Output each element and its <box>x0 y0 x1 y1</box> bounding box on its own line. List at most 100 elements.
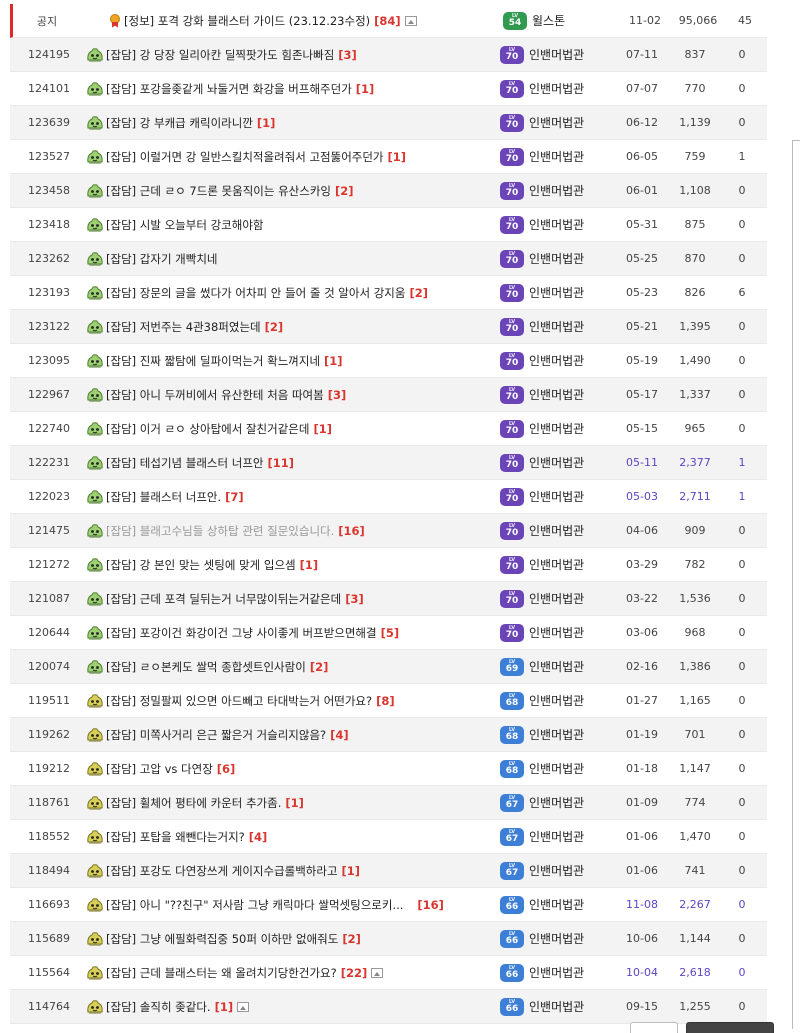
post-writer[interactable]: LV 68 인밴머법관 <box>500 752 620 785</box>
comment-count[interactable]: [4] <box>330 728 349 742</box>
comment-count[interactable]: [1] <box>257 116 276 130</box>
post-row[interactable]: 115564 [잡담] 근데 블래스터는 왜 올려치기당한건가요? [22] LV 66… <box>10 956 767 990</box>
post-row[interactable]: 118494 [잡담] 포강도 다연장쓰게 게이지수급롤백하라고 [1] LV 67 인밴… <box>10 854 767 888</box>
writer-name[interactable]: 인밴머법관 <box>529 522 584 539</box>
writer-name[interactable]: 인밴머법관 <box>529 930 584 947</box>
writer-name[interactable]: 인밴머법관 <box>529 114 584 131</box>
post-title[interactable]: [잡담] 저번주는 4관38퍼였는데 [2] <box>106 319 496 335</box>
writer-name[interactable]: 인밴머법관 <box>529 624 584 641</box>
writer-name[interactable]: 인밴머법관 <box>529 794 584 811</box>
post-title-text[interactable]: [잡담] 미쪽사거리 은근 짧은거 거슬리지않음? <box>106 727 326 743</box>
writer-name[interactable]: 인밴머법관 <box>529 760 584 777</box>
post-writer[interactable]: LV 70 인밴머법관 <box>500 72 620 105</box>
comment-count[interactable]: [4] <box>249 830 268 844</box>
writer-name[interactable]: 인밴머법관 <box>529 964 584 981</box>
post-title[interactable]: [잡담] 포탑을 왜뺀다는거지? [4] <box>106 829 496 845</box>
post-row[interactable]: 123639 [잡담] 강 부캐급 캐릭이라니깐 [1] LV 70 인밴머법관 06-12… <box>10 106 767 140</box>
post-row[interactable]: 121272 [잡담] 강 본인 맞는 셋팅에 맞게 입으셈 [1] LV 70 인밴머법… <box>10 548 767 582</box>
comment-count[interactable]: [2] <box>335 184 354 198</box>
post-title[interactable]: [잡담] 이럴거면 강 일반스킬치적올려줘서 고점뚫어주던가 [1] <box>106 149 496 165</box>
post-writer[interactable]: LV 68 인밴머법관 <box>500 684 620 717</box>
post-writer[interactable]: LV 66 인밴머법관 <box>500 990 620 1023</box>
post-writer[interactable]: LV 70 인밴머법관 <box>500 174 620 207</box>
post-title-text[interactable]: [잡담] 블래고수님들 상하탑 관련 질문있습니다. <box>106 523 334 539</box>
post-row[interactable]: 114764 [잡담] 솔직히 좆같다. [1] LV 66 인밴머법관 09-15 1,25… <box>10 990 767 1024</box>
post-row[interactable]: 122231 [잡담] 테섭기념 블래스터 너프안 [11] LV 70 인밴머법관 05-… <box>10 446 767 480</box>
post-writer[interactable]: LV 67 인밴머법관 <box>500 854 620 887</box>
comment-count[interactable]: [5] <box>381 626 400 640</box>
post-writer[interactable]: LV 70 인밴머법관 <box>500 616 620 649</box>
writer-name[interactable]: 인밴머법관 <box>529 556 584 573</box>
writer-name[interactable]: 인밴머법관 <box>529 284 584 301</box>
post-title[interactable]: [잡담] 근데 블래스터는 왜 올려치기당한건가요? [22] <box>106 965 496 981</box>
post-title-text[interactable]: [잡담] 포강도 다연장쓰게 게이지수급롤백하라고 <box>106 863 338 879</box>
comment-count[interactable]: [1] <box>313 422 332 436</box>
post-row[interactable]: 116693 [잡담] 아니 "??친구" 저사람 그냥 캐릭마다 쌀먹셋팅으로키… <box>10 888 767 922</box>
post-writer[interactable]: LV 70 인밴머법관 <box>500 242 620 275</box>
post-title[interactable]: [잡담] 테섭기념 블래스터 너프안 [11] <box>106 455 496 471</box>
writer-name[interactable]: 인밴머법관 <box>529 590 584 607</box>
comment-count[interactable]: [1] <box>342 864 361 878</box>
comment-count[interactable]: [1] <box>215 1000 234 1014</box>
writer-name[interactable]: 인밴머법관 <box>529 828 584 845</box>
comment-count[interactable]: [2] <box>310 660 329 674</box>
post-row[interactable]: 119212 [잡담] 고압 vs 다연장 [6] LV 68 인밴머법관 01-18 1,1… <box>10 752 767 786</box>
writer-name[interactable]: 인밴머법관 <box>529 726 584 743</box>
comment-count[interactable]: [1] <box>388 150 407 164</box>
comment-count[interactable]: [2] <box>342 932 361 946</box>
post-title[interactable]: [잡담] 이거 ㄹㅇ 상아탑에서 잘친거같은데 [1] <box>106 421 496 437</box>
post-writer[interactable]: LV 70 인밴머법관 <box>500 480 620 513</box>
comment-count[interactable]: [3] <box>338 48 357 62</box>
post-writer[interactable]: LV 70 인밴머법관 <box>500 378 620 411</box>
post-title-text[interactable]: [잡담] 이럴거면 강 일반스킬치적올려줘서 고점뚫어주던가 <box>106 149 384 165</box>
writer-name[interactable]: 인밴머법관 <box>529 250 584 267</box>
post-title[interactable]: [잡담] 근데 ㄹㅇ 7드론 못움직이는 유산스카잉 [2] <box>106 183 496 199</box>
post-writer[interactable]: LV 66 인밴머법관 <box>500 956 620 989</box>
comment-count[interactable]: [16] <box>338 524 365 538</box>
post-row[interactable]: 122740 [잡담] 이거 ㄹㅇ 상아탑에서 잘친거같은데 [1] LV 70 인밴머법… <box>10 412 767 446</box>
comment-count[interactable]: [8] <box>376 694 395 708</box>
comment-count[interactable]: [11] <box>267 456 294 470</box>
writer-name[interactable]: 인밴머법관 <box>529 658 584 675</box>
comment-count[interactable]: [2] <box>409 286 428 300</box>
post-title[interactable]: [잡담] 그냥 에필화력집중 50퍼 이하만 없애줘도 [2] <box>106 931 496 947</box>
post-row[interactable]: 123527 [잡담] 이럴거면 강 일반스킬치적올려줘서 고점뚫어주던가 [1] L… <box>10 140 767 174</box>
notice-row[interactable]: 공지 [정보] 포격 강화 블래스터 가이드 (23.12.23수정) [84]… <box>10 4 767 38</box>
writer-name[interactable]: 인밴머법관 <box>529 80 584 97</box>
writer-name[interactable]: 인밴머법관 <box>529 216 584 233</box>
comment-count[interactable]: [22] <box>341 966 368 980</box>
post-title-text[interactable]: [잡담] ㄹㅇ본케도 쌀먹 종합셋트인사람이 <box>106 659 306 675</box>
comment-count[interactable]: [3] <box>345 592 364 606</box>
post-title[interactable]: [잡담] 강 본인 맞는 셋팅에 맞게 입으셈 [1] <box>106 557 496 573</box>
post-title-text[interactable]: [잡담] 포강이건 화강이건 그냥 사이좋게 버프받으면해결 <box>106 625 377 641</box>
post-title[interactable]: [잡담] 진짜 짧탐에 딜파이먹는거 확느껴지네 [1] <box>106 353 496 369</box>
post-writer[interactable]: LV 70 인밴머법관 <box>500 208 620 241</box>
post-title-text[interactable]: [잡담] 근데 ㄹㅇ 7드론 못움직이는 유산스카잉 <box>106 183 331 199</box>
post-title[interactable]: [잡담] 미쪽사거리 은근 짧은거 거슬리지않음? [4] <box>106 727 496 743</box>
post-row[interactable]: 120644 [잡담] 포강이건 화강이건 그냥 사이좋게 버프받으면해결 [5] L… <box>10 616 767 650</box>
post-row[interactable]: 118761 [잡담] 휠체어 평타에 카운터 추가좀. [1] LV 67 인밴머법관 0… <box>10 786 767 820</box>
notice-writer[interactable]: LV 54 윌스톤 <box>503 4 623 37</box>
post-title-text[interactable]: [잡담] 장문의 글을 썼다가 어차피 안 들어 줄 것 알아서 강지움 <box>106 285 405 301</box>
comment-count[interactable]: [6] <box>217 762 236 776</box>
post-row[interactable]: 123095 [잡담] 진짜 짧탐에 딜파이먹는거 확느껴지네 [1] LV 70 인밴머… <box>10 344 767 378</box>
post-writer[interactable]: LV 70 인밴머법관 <box>500 412 620 445</box>
writer-name[interactable]: 인밴머법관 <box>529 386 584 403</box>
post-title-text[interactable]: [잡담] 블래스터 너프안. <box>106 489 221 505</box>
post-title[interactable]: [잡담] ㄹㅇ본케도 쌀먹 종합셋트인사람이 [2] <box>106 659 496 675</box>
post-title-text[interactable]: [잡담] 아니 "??친구" 저사람 그냥 캐릭마다 쌀먹셋팅으로키... <box>106 897 403 913</box>
post-writer[interactable]: LV 68 인밴머법관 <box>500 718 620 751</box>
post-title[interactable]: [잡담] 포강을좆같게 놔둘거면 화강을 버프해주던가 [1] <box>106 81 496 97</box>
post-title[interactable]: [잡담] 블래고수님들 상하탑 관련 질문있습니다. [16] <box>106 523 496 539</box>
post-title[interactable]: [잡담] 갑자기 개빡치네 <box>106 251 496 267</box>
comment-count[interactable]: [84] <box>374 14 401 28</box>
writer-name[interactable]: 인밴머법관 <box>529 352 584 369</box>
post-title-text[interactable]: [잡담] 휠체어 평타에 카운터 추가좀. <box>106 795 281 811</box>
post-writer[interactable]: LV 67 인밴머법관 <box>500 786 620 819</box>
post-row[interactable]: 119511 [잡담] 정밀팔찌 있으면 아드빼고 타대박는거 어떤가요? [8] L… <box>10 684 767 718</box>
post-title-text[interactable]: [잡담] 정밀팔찌 있으면 아드빼고 타대박는거 어떤가요? <box>106 693 372 709</box>
post-title[interactable]: [잡담] 정밀팔찌 있으면 아드빼고 타대박는거 어떤가요? [8] <box>106 693 496 709</box>
writer-name[interactable]: 인밴머법관 <box>529 862 584 879</box>
post-title[interactable]: [잡담] 장문의 글을 썼다가 어차피 안 들어 줄 것 알아서 강지움 [2] <box>106 285 496 301</box>
post-writer[interactable]: LV 66 인밴머법관 <box>500 922 620 955</box>
